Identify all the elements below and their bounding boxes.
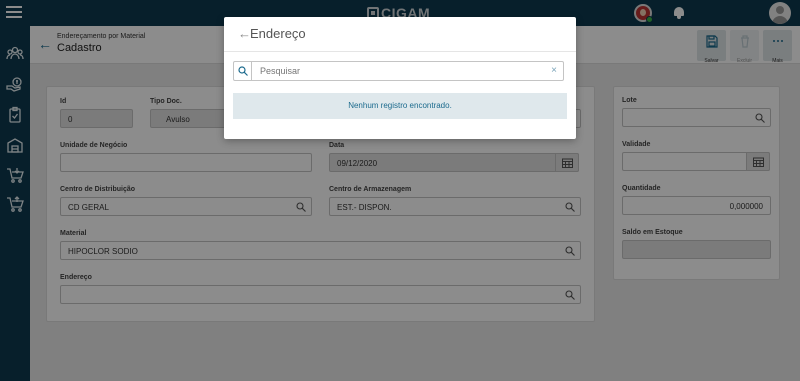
divider <box>224 51 576 52</box>
clear-icon[interactable]: × <box>551 65 557 76</box>
search-box[interactable]: × <box>233 61 564 81</box>
endereco-modal: ← Endereço × Nenhum registro encontrado. <box>224 17 576 139</box>
search-icon[interactable] <box>234 62 252 80</box>
empty-state-message: Nenhum registro encontrado. <box>233 93 567 119</box>
modal-title: Endereço <box>250 26 306 41</box>
search-input[interactable] <box>260 66 530 76</box>
